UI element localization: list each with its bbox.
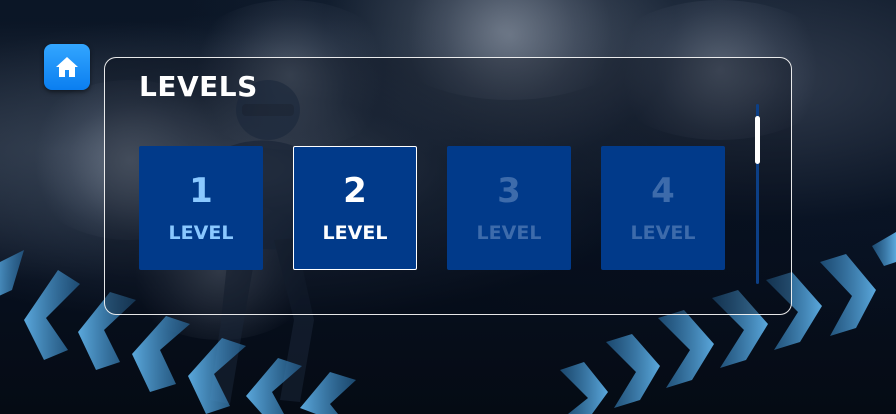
level-tile-1[interactable]: 1 LEVEL bbox=[139, 146, 263, 270]
home-button[interactable] bbox=[44, 44, 90, 90]
levels-title: LEVELS bbox=[139, 70, 258, 103]
level-number: 2 bbox=[343, 171, 367, 211]
level-label: LEVEL bbox=[322, 222, 388, 244]
level-grid: 1 LEVEL 2 LEVEL 3 LEVEL 4 LEVEL bbox=[139, 146, 725, 270]
level-tile-3[interactable]: 3 LEVEL bbox=[447, 146, 571, 270]
level-label: LEVEL bbox=[476, 222, 542, 244]
home-icon bbox=[56, 57, 78, 77]
level-number: 1 bbox=[189, 171, 213, 211]
scrollbar-track[interactable] bbox=[755, 104, 760, 284]
level-label: LEVEL bbox=[168, 222, 234, 244]
level-number: 3 bbox=[497, 171, 521, 211]
levels-panel: LEVELS 1 LEVEL 2 LEVEL 3 LEVEL 4 LEVEL bbox=[104, 57, 792, 315]
level-number: 4 bbox=[651, 171, 675, 211]
level-label: LEVEL bbox=[630, 222, 696, 244]
level-tile-4[interactable]: 4 LEVEL bbox=[601, 146, 725, 270]
game-background: LEVELS 1 LEVEL 2 LEVEL 3 LEVEL 4 LEVEL bbox=[0, 0, 896, 414]
level-tile-2[interactable]: 2 LEVEL bbox=[293, 146, 417, 270]
scrollbar-thumb[interactable] bbox=[755, 116, 760, 164]
